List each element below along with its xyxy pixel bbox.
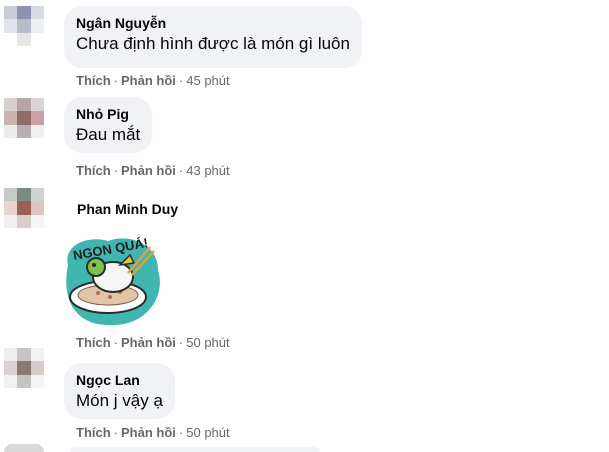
comment-actions: Thích · Phản hồi · 43 phút	[76, 163, 230, 179]
comment-author[interactable]: Ngọc Lan	[76, 371, 163, 389]
comment-text: Chưa định hình được là món gì luôn	[76, 34, 350, 53]
next-bubble-partial	[70, 447, 320, 452]
separator: ·	[113, 73, 119, 88]
separator: ·	[178, 335, 184, 350]
reply-link[interactable]: Phản hồi	[121, 73, 176, 88]
separator: ·	[113, 335, 119, 350]
reply-link[interactable]: Phản hồi	[121, 163, 176, 178]
separator: ·	[113, 425, 119, 440]
like-link[interactable]: Thích	[76, 425, 111, 440]
avatar[interactable]	[4, 188, 44, 228]
separator: ·	[113, 163, 119, 178]
separator: ·	[178, 163, 184, 178]
avatar[interactable]	[4, 98, 44, 138]
character-head	[86, 257, 106, 277]
comment-author[interactable]: Nhỏ Pig	[76, 105, 140, 123]
comment-time[interactable]: 45 phút	[186, 73, 229, 88]
reply-link[interactable]: Phản hồi	[121, 335, 176, 350]
separator: ·	[178, 73, 184, 88]
comment-time[interactable]: 50 phút	[186, 335, 229, 350]
comment-text: Đau mắt	[76, 125, 141, 144]
comment-author[interactable]: Ngân Nguyễn	[76, 14, 350, 32]
comment-text: Món j vậy ạ	[76, 391, 163, 410]
ngon-qua-sticker[interactable]: NGON QUÁ!	[58, 225, 168, 330]
comment-bubble: Ngân Nguyễn Chưa định hình được là món g…	[64, 6, 362, 68]
comment-actions: Thích · Phản hồi · 45 phút	[76, 73, 230, 89]
like-link[interactable]: Thích	[76, 163, 111, 178]
comment-bubble: Nhỏ Pig Đau mắt	[64, 97, 153, 153]
like-link[interactable]: Thích	[76, 335, 111, 350]
comment-actions: Thích · Phản hồi · 50 phút	[76, 425, 230, 441]
like-link[interactable]: Thích	[76, 73, 111, 88]
avatar[interactable]	[4, 6, 44, 46]
comment-time[interactable]: 43 phút	[186, 163, 229, 178]
comment-bubble: Ngọc Lan Món j vậy ạ	[64, 363, 175, 419]
next-avatar-partial	[4, 444, 44, 452]
separator: ·	[178, 425, 184, 440]
comment-actions: Thích · Phản hồi · 50 phút	[76, 335, 230, 351]
reply-link[interactable]: Phản hồi	[121, 425, 176, 440]
avatar[interactable]	[4, 348, 44, 388]
comment-time[interactable]: 50 phút	[186, 425, 229, 440]
comment-author[interactable]: Phan Minh Duy	[77, 200, 178, 218]
